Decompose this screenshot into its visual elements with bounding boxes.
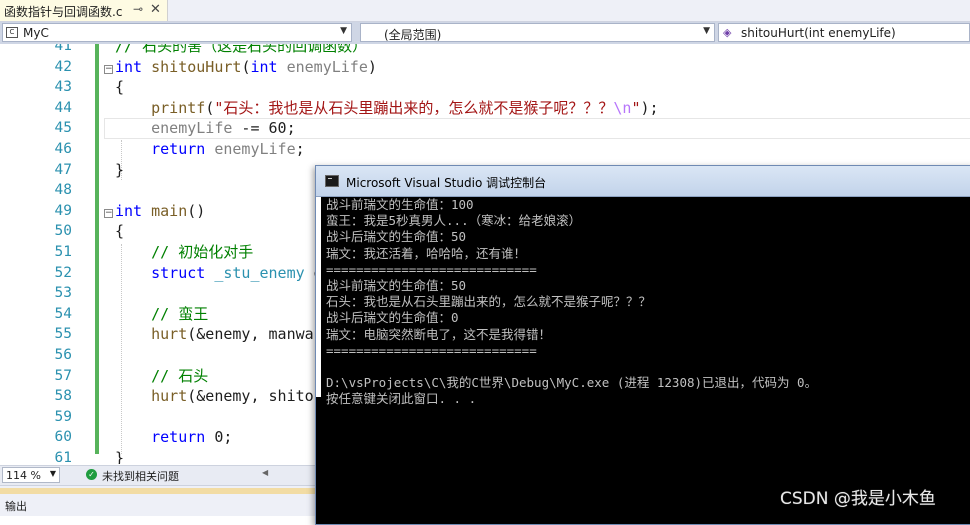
- line-number: 56: [54, 346, 72, 363]
- console-app-icon: [325, 175, 339, 187]
- console-line: 瑞文：电脑突然断电了，这不是我得错！: [326, 326, 552, 342]
- line-numbers: 41 42 43 44 45 46 47 48 49 50 51 52 53 54 55 56 57 58 59 60…: [0, 44, 72, 464]
- scope-dropdown[interactable]: (全局范围) ▼: [360, 23, 715, 42]
- chevron-down-icon: ▼: [703, 26, 710, 36]
- check-circle-icon: ✓: [86, 469, 97, 480]
- function-dropdown[interactable]: ◈ shitouHurt(int enemyLife): [718, 23, 970, 42]
- code-line: enemyLife -= 60;: [104, 118, 970, 139]
- console-output: 战斗前瑞文的生命值：100 蛮王：我是5秒真男人...（寒冰：给老娘滚） 战斗后瑞文…: [326, 197, 966, 407]
- scope-name: (全局范围): [384, 28, 442, 42]
- console-line: 按任意键关闭此窗口. . .: [326, 391, 477, 407]
- project-name: MyC: [23, 26, 49, 40]
- line-number: 45: [54, 120, 72, 137]
- line-number: 48: [54, 182, 72, 199]
- line-number: 53: [54, 285, 72, 302]
- line-number: 49: [54, 202, 72, 219]
- console-line: 战斗前瑞文的生命值：50: [326, 277, 467, 293]
- line-number: 58: [54, 388, 72, 405]
- console-line: ============================: [326, 261, 537, 277]
- line-number: 43: [54, 79, 72, 96]
- line-number: 41: [54, 44, 72, 54]
- issues-status[interactable]: 未找到相关问题: [102, 468, 179, 484]
- line-number: 54: [54, 305, 72, 322]
- document-tab-title: 函数指针与回调函数.c: [4, 5, 123, 19]
- navigation-bar: C MyC ▼ (全局范围) ▼ ◈ shitouHurt(int enemyL…: [0, 22, 970, 44]
- watermark: CSDN @我是小木鱼: [780, 489, 936, 509]
- code-line: printf("石头：我也是从石头里蹦出来的，怎么就不是猴子呢？？？\n");: [151, 98, 659, 117]
- document-tab-strip: 函数指针与回调函数.c ⊸ ✕: [0, 0, 970, 22]
- console-title: Microsoft Visual Studio 调试控制台: [346, 176, 547, 190]
- output-panel-title[interactable]: 输出: [5, 498, 27, 514]
- collapse-icon[interactable]: −: [104, 64, 113, 74]
- code-line: {: [115, 78, 125, 97]
- line-number: 55: [54, 326, 72, 343]
- scroll-left-icon[interactable]: ◀: [262, 468, 268, 477]
- line-number: 60: [54, 429, 72, 446]
- chevron-down-icon: ▼: [340, 26, 347, 36]
- project-dropdown[interactable]: C MyC ▼: [2, 23, 352, 42]
- console-title-bar[interactable]: Microsoft Visual Studio 调试控制台: [316, 166, 970, 197]
- console-line: ============================: [326, 342, 537, 358]
- chevron-down-icon: ▼: [49, 469, 56, 478]
- line-number: 50: [54, 223, 72, 240]
- change-tracking-bar: [95, 44, 99, 454]
- line-number: 42: [54, 58, 72, 75]
- line-number-gutter: 41 42 43 44 45 46 47 48 49 50 51 52 53 54 55 56 57 58 59 60…: [0, 44, 100, 464]
- line-number: 59: [54, 408, 72, 425]
- debug-console-window[interactable]: Microsoft Visual Studio 调试控制台 战斗前瑞文的生命值：…: [315, 165, 970, 525]
- collapse-icon[interactable]: −: [104, 208, 113, 218]
- console-line: 蛮王：我是5秒真男人...（寒冰：给老娘滚）: [326, 213, 582, 229]
- console-line: 石头：我也是从石头里蹦出来的，怎么就不是猴子呢？？？: [326, 294, 652, 310]
- c-project-icon: C: [6, 27, 18, 38]
- console-line: 战斗前瑞文的生命值：100: [326, 197, 474, 212]
- document-tab[interactable]: 函数指针与回调函数.c ⊸ ✕: [0, 0, 168, 21]
- function-cube-icon: ◈: [723, 26, 732, 39]
- pin-icon[interactable]: ⊸: [133, 2, 143, 16]
- line-number: 47: [54, 161, 72, 178]
- line-number: 57: [54, 367, 72, 384]
- function-name: shitouHurt(int enemyLife): [741, 26, 896, 40]
- code-line: // 石头的害（这是石头的回调函数）: [115, 44, 368, 55]
- line-number: 61: [54, 449, 72, 464]
- horizontal-scrollbar[interactable]: ◀: [262, 468, 312, 479]
- code-line: return enemyLife;: [151, 139, 305, 158]
- zoom-level: 114 %: [6, 469, 41, 482]
- line-number: 52: [54, 264, 72, 281]
- console-line: 瑞文：我还活着，哈哈哈，还有谁！: [326, 245, 527, 261]
- console-left-edge: [316, 197, 321, 397]
- console-line: D:\vsProjects\C\我的C世界\Debug\MyC.exe (进程 …: [326, 375, 818, 391]
- code-line: − int shitouHurt(int enemyLife): [104, 57, 377, 76]
- line-number: 46: [54, 140, 72, 157]
- console-line: 战斗后瑞文的生命值：0: [326, 310, 459, 326]
- zoom-dropdown[interactable]: 114 % ▼: [2, 467, 60, 483]
- close-icon[interactable]: ✕: [150, 2, 161, 17]
- line-number: 51: [54, 243, 72, 260]
- console-line: 战斗后瑞文的生命值：50: [326, 229, 467, 245]
- line-number: 44: [54, 99, 72, 116]
